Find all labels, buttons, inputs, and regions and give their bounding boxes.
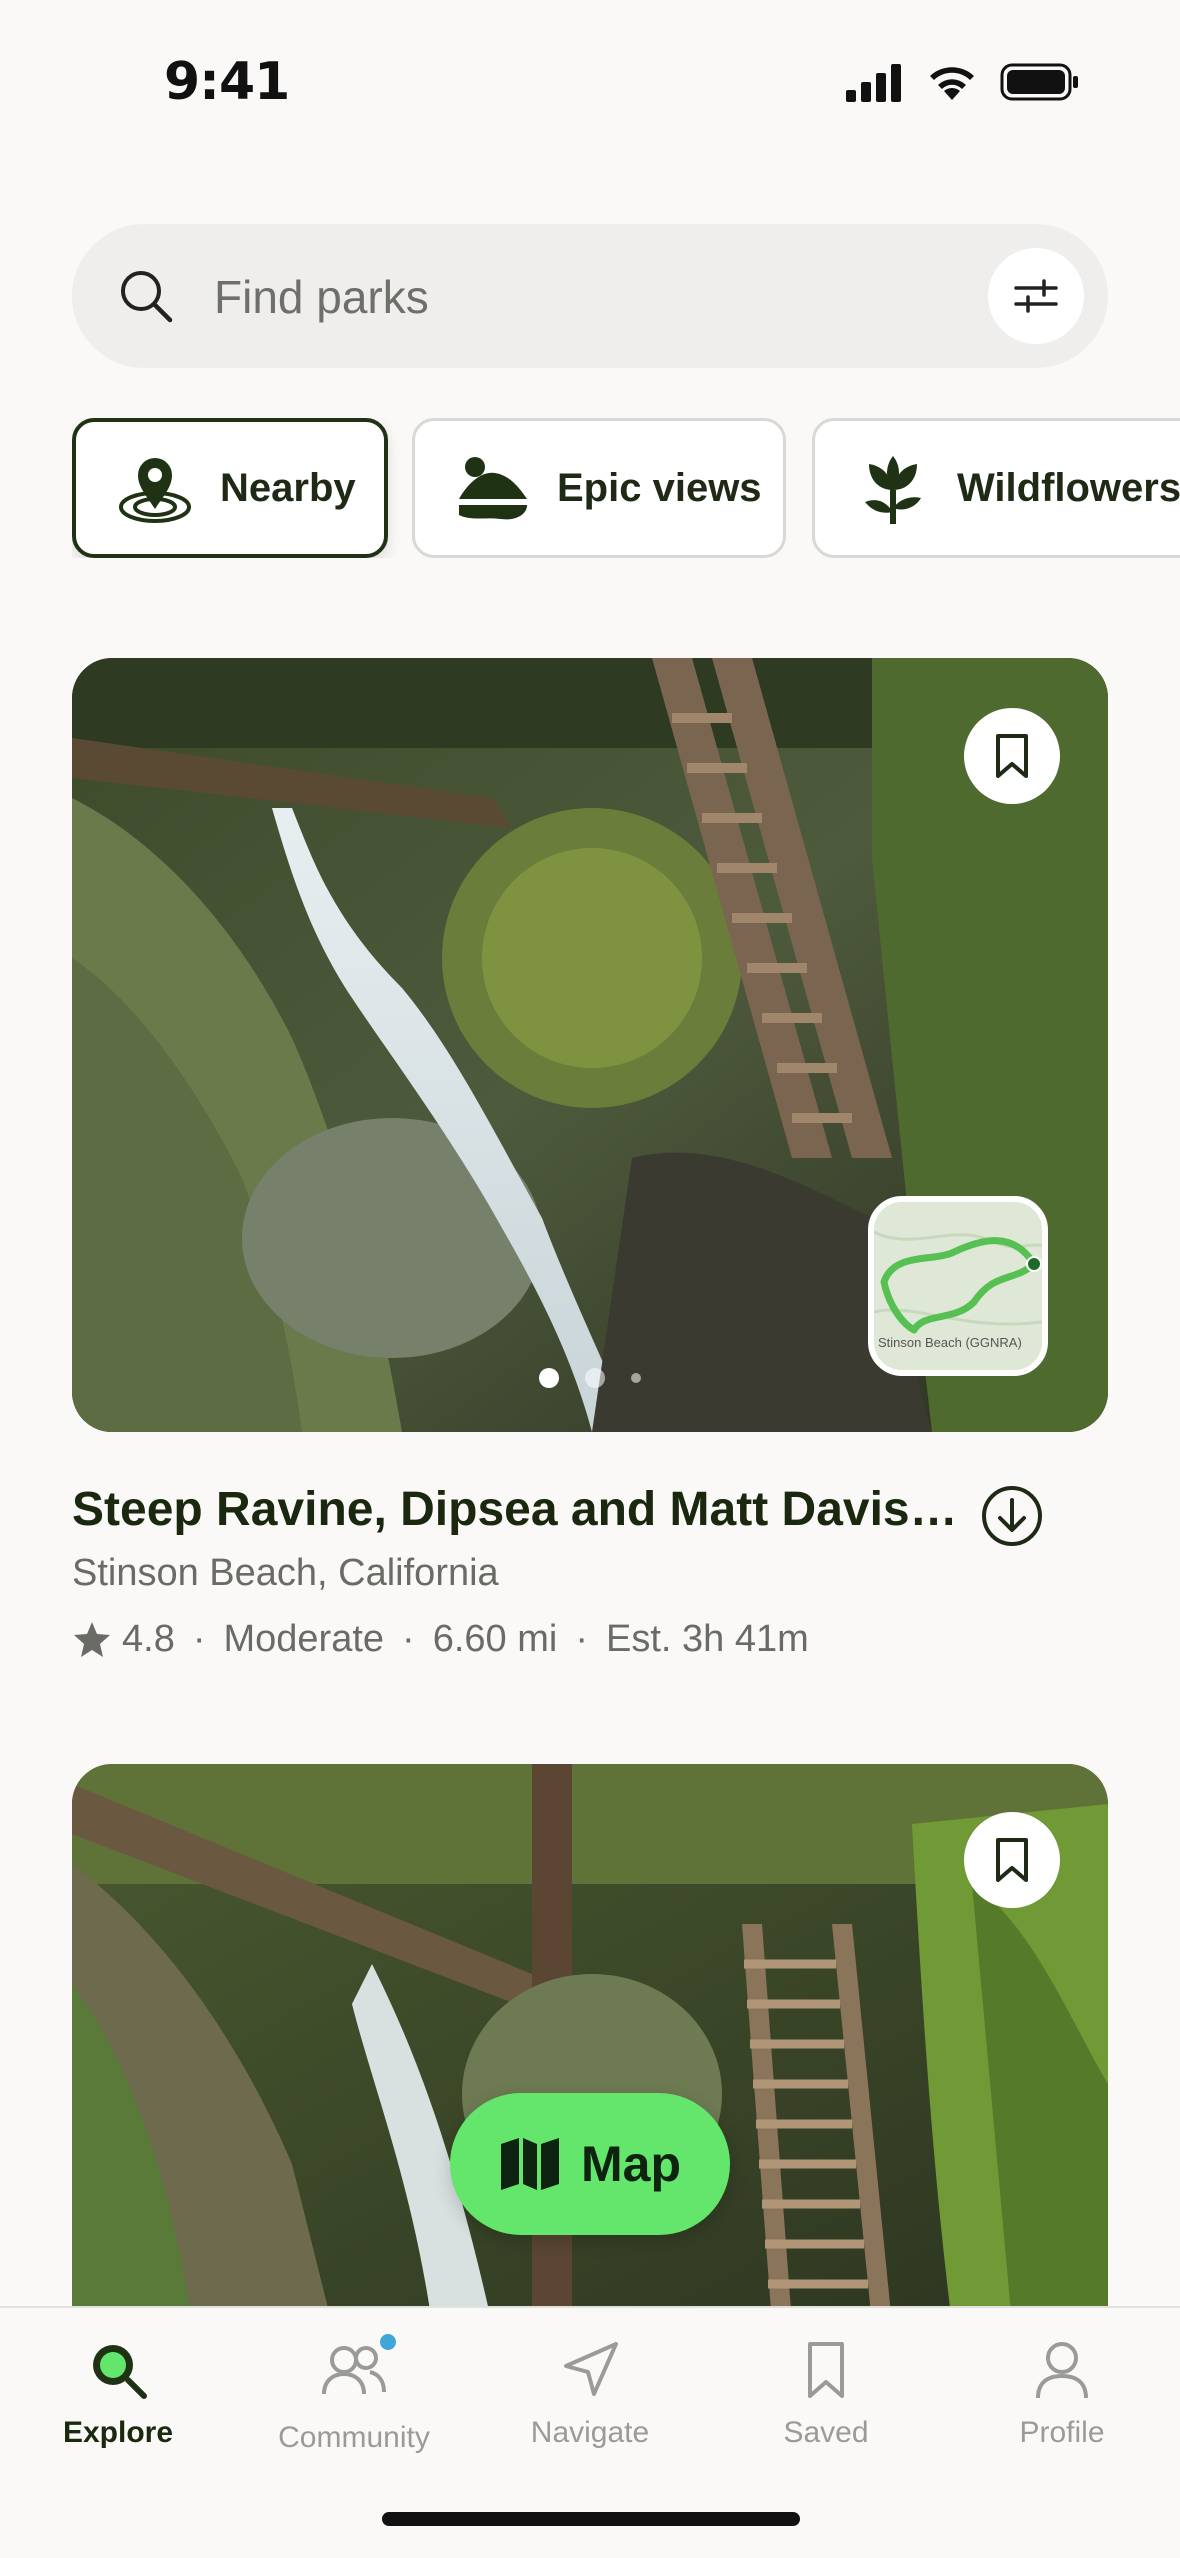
trail-title[interactable]: Steep Ravine, Dipsea and Matt Davis… xyxy=(72,1482,952,1537)
trail-meta: 4.8 · Moderate · 6.60 mi · Est. 3h 41m xyxy=(72,1618,809,1661)
trail-photo[interactable]: Stinson Beach (GGNRA) xyxy=(72,658,1108,1432)
bookmark-icon xyxy=(996,734,1028,778)
tab-explore[interactable]: Explore xyxy=(0,2338,236,2450)
page-dot xyxy=(631,1373,641,1383)
search-input[interactable] xyxy=(212,258,1016,336)
status-icons xyxy=(844,62,1080,102)
tab-profile[interactable]: Profile xyxy=(944,2338,1180,2450)
navigate-arrow-icon xyxy=(564,2342,618,2396)
search-icon xyxy=(121,271,173,323)
filter-sliders-icon xyxy=(1014,279,1058,313)
forest-ladder-photo xyxy=(72,1764,1108,2324)
flower-icon xyxy=(855,450,931,526)
trail-difficulty: Moderate xyxy=(223,1618,385,1660)
status-bar: 9:41 xyxy=(0,0,1180,170)
tab-label: Profile xyxy=(1019,2416,1105,2449)
home-indicator xyxy=(382,2512,800,2526)
signal-icon xyxy=(846,64,901,102)
meta-separator: · xyxy=(575,1618,588,1660)
category-chips: Nearby Epic views Wildflowers xyxy=(72,418,1180,558)
people-icon xyxy=(322,2346,386,2395)
meta-separator: · xyxy=(402,1618,415,1660)
wifi-icon xyxy=(930,67,974,100)
trail-location: Stinson Beach, California xyxy=(72,1552,499,1594)
location-pin-icon xyxy=(116,451,194,525)
tab-navigate[interactable]: Navigate xyxy=(472,2338,708,2450)
page-dot xyxy=(585,1368,605,1388)
save-trail-button[interactable] xyxy=(964,1812,1060,1908)
download-icon[interactable] xyxy=(980,1484,1044,1548)
profile-icon xyxy=(1036,2342,1088,2399)
tab-saved[interactable]: Saved xyxy=(708,2338,944,2450)
tab-community[interactable]: Community xyxy=(236,2334,472,2455)
photo-page-indicator xyxy=(72,1368,1108,1388)
chip-label: Epic views xyxy=(557,465,762,510)
battery-icon xyxy=(1000,63,1078,101)
search-bar[interactable] xyxy=(72,224,1108,368)
bookmark-icon xyxy=(808,2342,844,2398)
chip-label: Wildflowers xyxy=(957,465,1180,510)
chip-wildflowers[interactable]: Wildflowers xyxy=(812,418,1180,558)
trail-distance: 6.60 mi xyxy=(432,1618,558,1660)
tab-label: Saved xyxy=(783,2416,869,2449)
star-icon xyxy=(74,1621,110,1657)
trail-mini-map[interactable]: Stinson Beach (GGNRA) xyxy=(868,1196,1048,1376)
filter-button[interactable] xyxy=(988,248,1084,344)
meta-separator: · xyxy=(192,1618,206,1660)
notification-dot xyxy=(380,2334,396,2350)
page-dot-active xyxy=(539,1368,559,1388)
mini-map-label: Stinson Beach (GGNRA) xyxy=(878,1335,1022,1350)
tab-label: Explore xyxy=(62,2416,174,2449)
status-time: 9:41 xyxy=(164,52,290,112)
tab-label: Navigate xyxy=(530,2416,650,2449)
tab-label: Community xyxy=(278,2421,430,2454)
chip-nearby[interactable]: Nearby xyxy=(72,418,388,558)
bookmark-icon xyxy=(996,1838,1028,1882)
map-button[interactable]: Map xyxy=(450,2093,730,2235)
map-button-label: Map xyxy=(581,2136,681,2192)
map-icon xyxy=(501,2138,559,2190)
chip-epic-views[interactable]: Epic views xyxy=(412,418,786,558)
search-icon xyxy=(93,2345,147,2399)
trail-estimate: Est. 3h 41m xyxy=(605,1618,809,1660)
trail-photo[interactable] xyxy=(72,1764,1108,2324)
save-trail-button[interactable] xyxy=(964,708,1060,804)
chip-label: Nearby xyxy=(220,465,356,510)
trail-rating: 4.8 xyxy=(122,1618,175,1660)
mountain-icon xyxy=(455,453,531,523)
